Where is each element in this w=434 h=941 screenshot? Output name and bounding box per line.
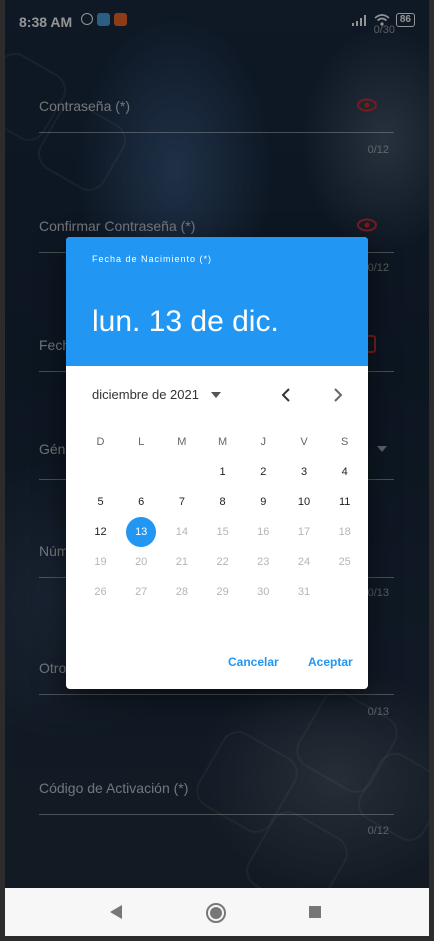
cancel-button[interactable]: Cancelar bbox=[228, 655, 279, 669]
date-picker-dialog: Fecha de Nacimiento (*) lun. 13 de dic. … bbox=[66, 237, 368, 689]
home-icon[interactable] bbox=[205, 902, 227, 924]
calendar-day: 25 bbox=[338, 556, 351, 568]
calendar-day: 16 bbox=[257, 526, 270, 538]
calendar-day: 27 bbox=[135, 586, 148, 598]
dropdown-arrow-icon bbox=[210, 391, 221, 398]
calendar-day: 31 bbox=[297, 586, 311, 598]
calendar-day: 15 bbox=[216, 526, 229, 538]
calendar-day: 18 bbox=[338, 526, 351, 538]
weekday-header: D bbox=[96, 436, 105, 448]
calendar-day[interactable]: 3 bbox=[284, 457, 325, 487]
calendar-day: 23 bbox=[257, 556, 270, 568]
month-year-selector[interactable]: diciembre de 2021 bbox=[92, 387, 221, 402]
calendar-day[interactable]: 9 bbox=[243, 487, 284, 517]
weekday-header: J bbox=[260, 436, 267, 448]
calendar-day[interactable]: 2 bbox=[243, 457, 284, 487]
weekday-header: S bbox=[341, 436, 349, 448]
calendar-day[interactable]: 6 bbox=[121, 487, 162, 517]
calendar-day: 29 bbox=[216, 586, 229, 598]
phone-screen: 8:38 AM 86 0/30 Contraseña (*) 0/12 Conf… bbox=[5, 0, 429, 936]
calendar-day: 14 bbox=[175, 526, 189, 538]
calendar-day: 17 bbox=[297, 526, 311, 538]
calendar-day[interactable]: 12 bbox=[80, 517, 121, 547]
calendar-day: 24 bbox=[297, 556, 311, 568]
back-icon[interactable] bbox=[108, 904, 124, 920]
calendar-day[interactable]: 5 bbox=[80, 487, 121, 517]
calendar-day[interactable]: 7 bbox=[161, 487, 202, 517]
ok-button[interactable]: Aceptar bbox=[308, 655, 353, 669]
weekday-header: V bbox=[300, 436, 308, 448]
date-picker-header: Fecha de Nacimiento (*) lun. 13 de dic. bbox=[66, 237, 368, 366]
calendar-day[interactable]: 8 bbox=[202, 487, 243, 517]
system-navigation-bar bbox=[5, 888, 429, 936]
calendar-day: 21 bbox=[175, 556, 189, 568]
calendar-day[interactable]: 11 bbox=[324, 487, 365, 517]
calendar-day[interactable]: 4 bbox=[324, 457, 365, 487]
calendar-day[interactable]: 1 bbox=[202, 457, 243, 487]
calendar-day: 19 bbox=[94, 556, 107, 568]
month-year-label: diciembre de 2021 bbox=[92, 387, 199, 402]
weekday-header: L bbox=[138, 436, 145, 448]
previous-month-icon[interactable] bbox=[274, 383, 298, 407]
calendar-day: 22 bbox=[216, 556, 229, 568]
selected-date-text: lun. 13 de dic. bbox=[92, 305, 279, 338]
weekday-header: M bbox=[218, 436, 228, 448]
calendar-day: 30 bbox=[257, 586, 270, 598]
weekday-header: M bbox=[177, 436, 187, 448]
recents-icon[interactable] bbox=[308, 905, 322, 919]
selected-day[interactable]: 13 bbox=[121, 517, 162, 547]
calendar-day: 20 bbox=[135, 556, 148, 568]
calendar-day: 26 bbox=[94, 586, 107, 598]
calendar-day[interactable]: 10 bbox=[284, 487, 325, 517]
calendar-day: 28 bbox=[175, 586, 189, 598]
next-month-icon[interactable] bbox=[326, 383, 350, 407]
date-picker-help-text: Fecha de Nacimiento (*) bbox=[92, 254, 213, 264]
